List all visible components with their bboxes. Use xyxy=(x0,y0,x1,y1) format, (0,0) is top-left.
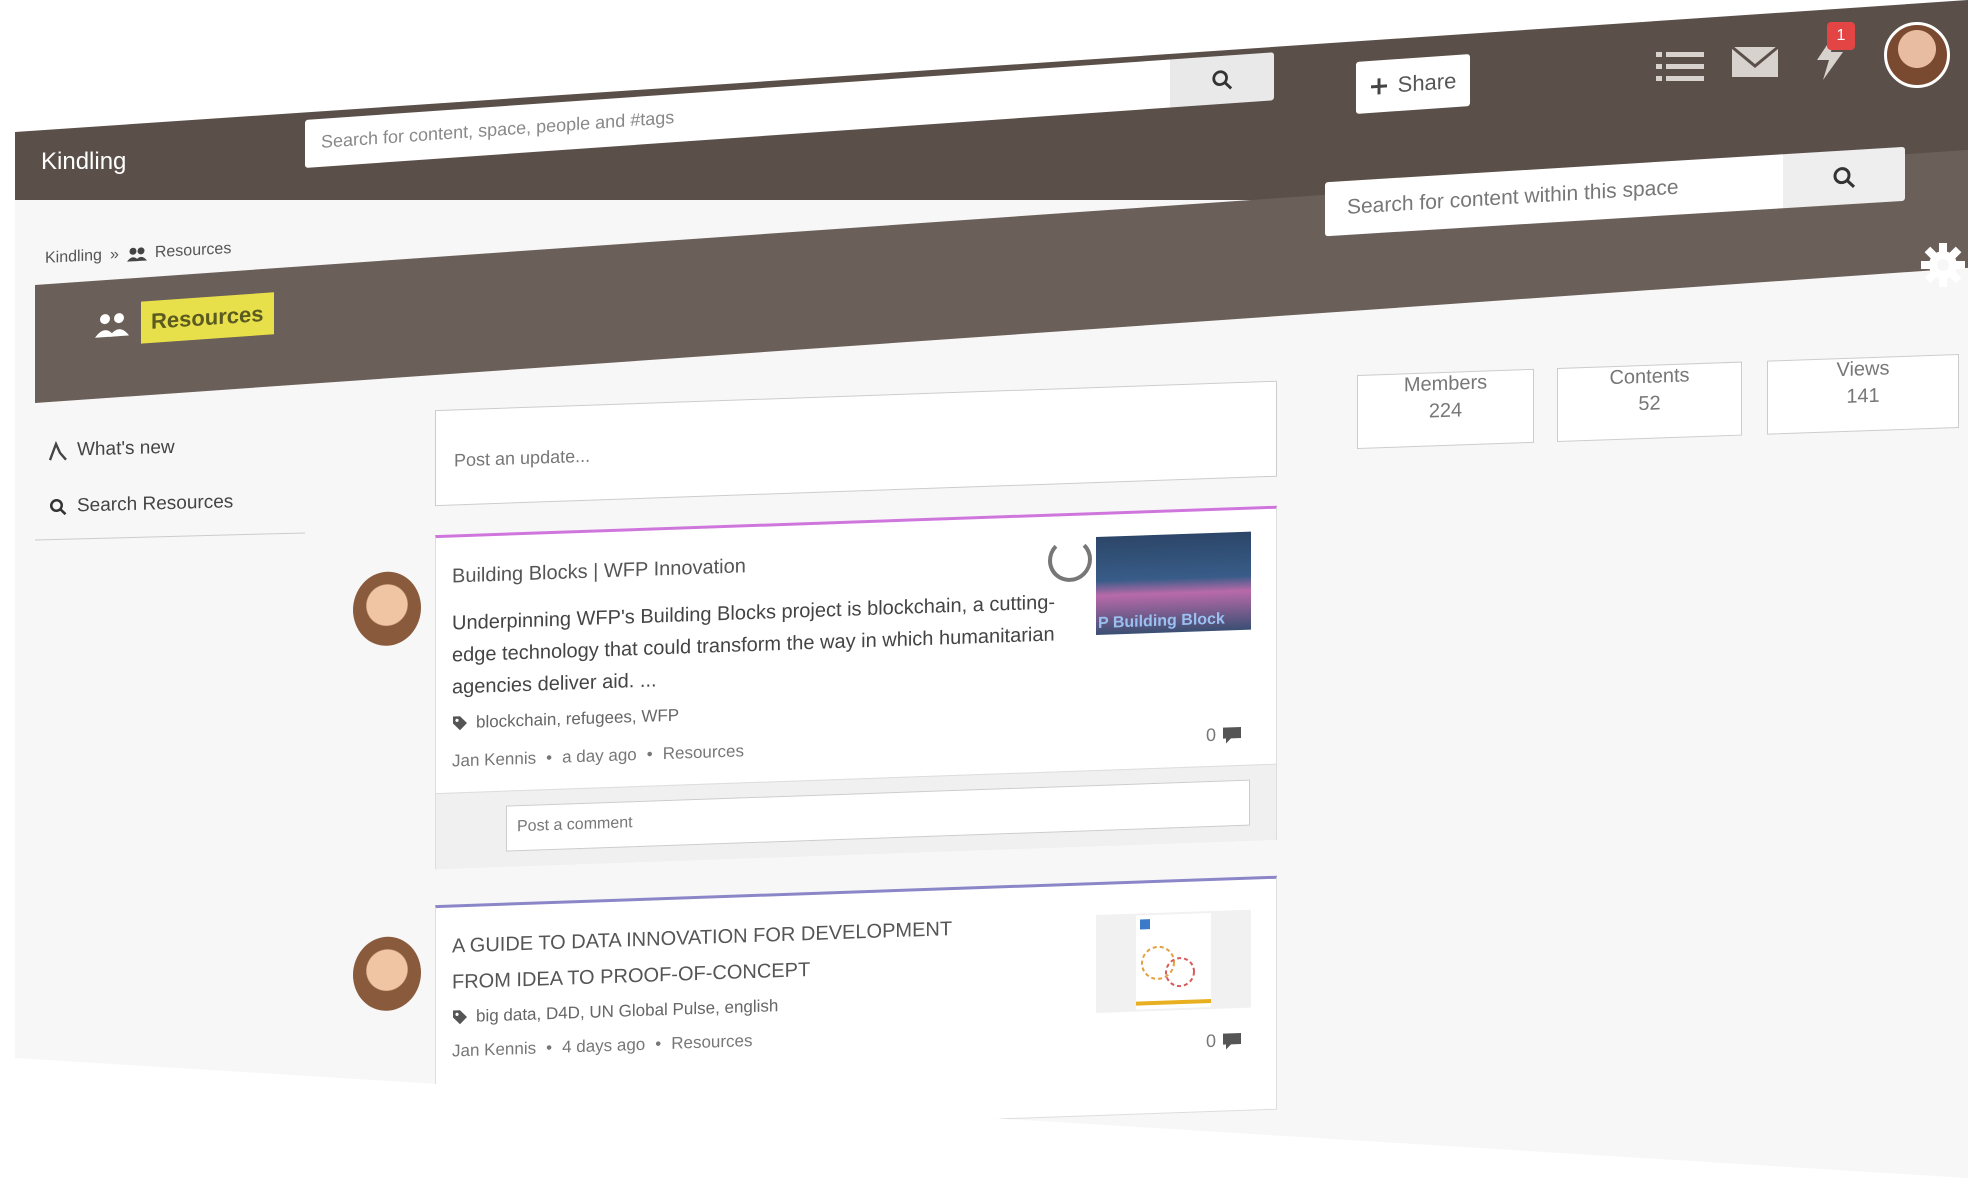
sidebar-item-label: Search Resources xyxy=(77,491,234,517)
post-author[interactable]: Jan Kennis xyxy=(452,749,536,772)
post-meta: Jan Kennis • 4 days ago • Resources xyxy=(452,1031,752,1061)
post-space[interactable]: Resources xyxy=(663,741,744,764)
comment-count[interactable]: 0 xyxy=(1206,724,1242,746)
post-tags-text[interactable]: big data, D4D, UN Global Pulse, english xyxy=(476,996,778,1027)
brand-logo[interactable]: Kindling xyxy=(41,148,126,176)
sidebar-item-label: What's new xyxy=(77,436,175,461)
global-search: Search for content, space, people and #t… xyxy=(305,0,1285,169)
comment-count-value: 0 xyxy=(1206,724,1217,746)
stat-label: Contents xyxy=(1609,364,1690,390)
comment-icon xyxy=(1223,1032,1242,1049)
meta-dot: • xyxy=(655,1034,662,1054)
comment-count-value: 0 xyxy=(1206,1030,1217,1052)
comment-area: Post a comment xyxy=(436,763,1276,870)
sidebar-item-whats-new[interactable]: What's new xyxy=(35,416,305,479)
search-icon xyxy=(1833,167,1856,189)
list-icon[interactable] xyxy=(1656,50,1704,84)
post-description: Underpinning WFP's Building Blocks proje… xyxy=(452,591,1055,699)
group-icon xyxy=(126,247,147,262)
post-space[interactable]: Resources xyxy=(671,1031,752,1054)
notification-badge[interactable]: 1 xyxy=(1827,22,1855,50)
space-search-placeholder: Search for content within this space xyxy=(1347,175,1679,219)
post-author[interactable]: Jan Kennis xyxy=(452,1039,536,1062)
space-title: Resources xyxy=(95,292,274,346)
tag-icon xyxy=(453,1010,467,1025)
breadcrumb-separator: » xyxy=(109,246,119,264)
post-card: Building Blocks | WFP Innovation Underpi… xyxy=(435,505,1277,870)
stat-members[interactable]: Members 224 xyxy=(1357,368,1534,449)
post-card: A GUIDE TO DATA INNOVATION FOR DEVELOPME… xyxy=(435,875,1277,1140)
post-tags-text[interactable]: blockchain, refugees, WFP xyxy=(476,706,679,733)
post-title[interactable]: A GUIDE TO DATA INNOVATION FOR DEVELOPME… xyxy=(452,918,952,958)
breadcrumb-current[interactable]: Resources xyxy=(155,240,231,262)
meta-dot: • xyxy=(546,1038,553,1058)
author-avatar[interactable] xyxy=(353,935,421,1012)
stat-value: 224 xyxy=(1428,399,1463,423)
post-thumbnail[interactable]: P Building Block xyxy=(1096,531,1251,636)
stat-value: 141 xyxy=(1846,384,1880,408)
stat-value: 52 xyxy=(1638,392,1661,416)
space-sidebar: What's new Search Resources xyxy=(35,416,305,541)
sidebar-item-search-resources[interactable]: Search Resources xyxy=(35,472,305,535)
post-tags: blockchain, refugees, WFP xyxy=(452,706,679,734)
search-icon xyxy=(49,498,67,516)
post-time[interactable]: a day ago xyxy=(562,745,637,768)
post-update-placeholder: Post an update... xyxy=(454,445,591,471)
mail-icon[interactable] xyxy=(1731,44,1779,80)
global-search-input[interactable]: Search for content, space, people and #t… xyxy=(305,59,1170,169)
activity-icon xyxy=(49,440,67,461)
space-search-button[interactable] xyxy=(1783,146,1905,209)
space-title-label: Resources xyxy=(141,292,274,344)
report-cover-icon xyxy=(1136,913,1211,1010)
comment-count[interactable]: 0 xyxy=(1206,1030,1242,1052)
post-subtitle[interactable]: FROM IDEA TO PROOF-OF-CONCEPT xyxy=(452,959,810,995)
stat-views[interactable]: Views 141 xyxy=(1767,353,1959,435)
plus-icon xyxy=(1370,78,1387,95)
post-time[interactable]: 4 days ago xyxy=(562,1035,645,1058)
stat-label: Views xyxy=(1836,357,1890,382)
global-search-placeholder: Search for content, space, people and #t… xyxy=(321,107,675,152)
post-update-input[interactable]: Post an update... xyxy=(435,380,1277,507)
stat-contents[interactable]: Contents 52 xyxy=(1557,361,1742,443)
group-icon xyxy=(95,313,129,338)
space-stats: Members 224 Contents 52 Views 141 xyxy=(1357,353,1959,449)
comment-icon xyxy=(1223,726,1242,743)
user-avatar[interactable] xyxy=(1884,22,1950,88)
search-icon xyxy=(1212,70,1233,90)
share-button[interactable]: Share xyxy=(1356,54,1470,114)
app-screen: Kindling Search for content, space, peop… xyxy=(15,0,1968,1178)
thumbnail-caption: P Building Block xyxy=(1098,610,1225,632)
loading-spinner-icon xyxy=(1048,537,1092,583)
comment-placeholder: Post a comment xyxy=(517,814,633,836)
comment-input[interactable]: Post a comment xyxy=(506,779,1250,852)
meta-dot: • xyxy=(546,748,553,768)
post-tags: big data, D4D, UN Global Pulse, english xyxy=(452,996,778,1027)
post-title[interactable]: Building Blocks | WFP Innovation xyxy=(452,555,746,588)
breadcrumb-root[interactable]: Kindling xyxy=(45,247,102,268)
stat-label: Members xyxy=(1403,371,1488,397)
global-search-button[interactable] xyxy=(1170,52,1274,108)
meta-dot: • xyxy=(646,744,653,764)
post-meta: Jan Kennis • a day ago • Resources xyxy=(452,741,744,771)
tag-icon xyxy=(453,716,467,731)
share-label: Share xyxy=(1397,67,1457,98)
breadcrumb: Kindling » Resources xyxy=(45,240,231,268)
author-avatar[interactable] xyxy=(353,570,421,647)
gear-icon[interactable] xyxy=(1920,242,1966,288)
post-thumbnail[interactable] xyxy=(1096,909,1251,1014)
